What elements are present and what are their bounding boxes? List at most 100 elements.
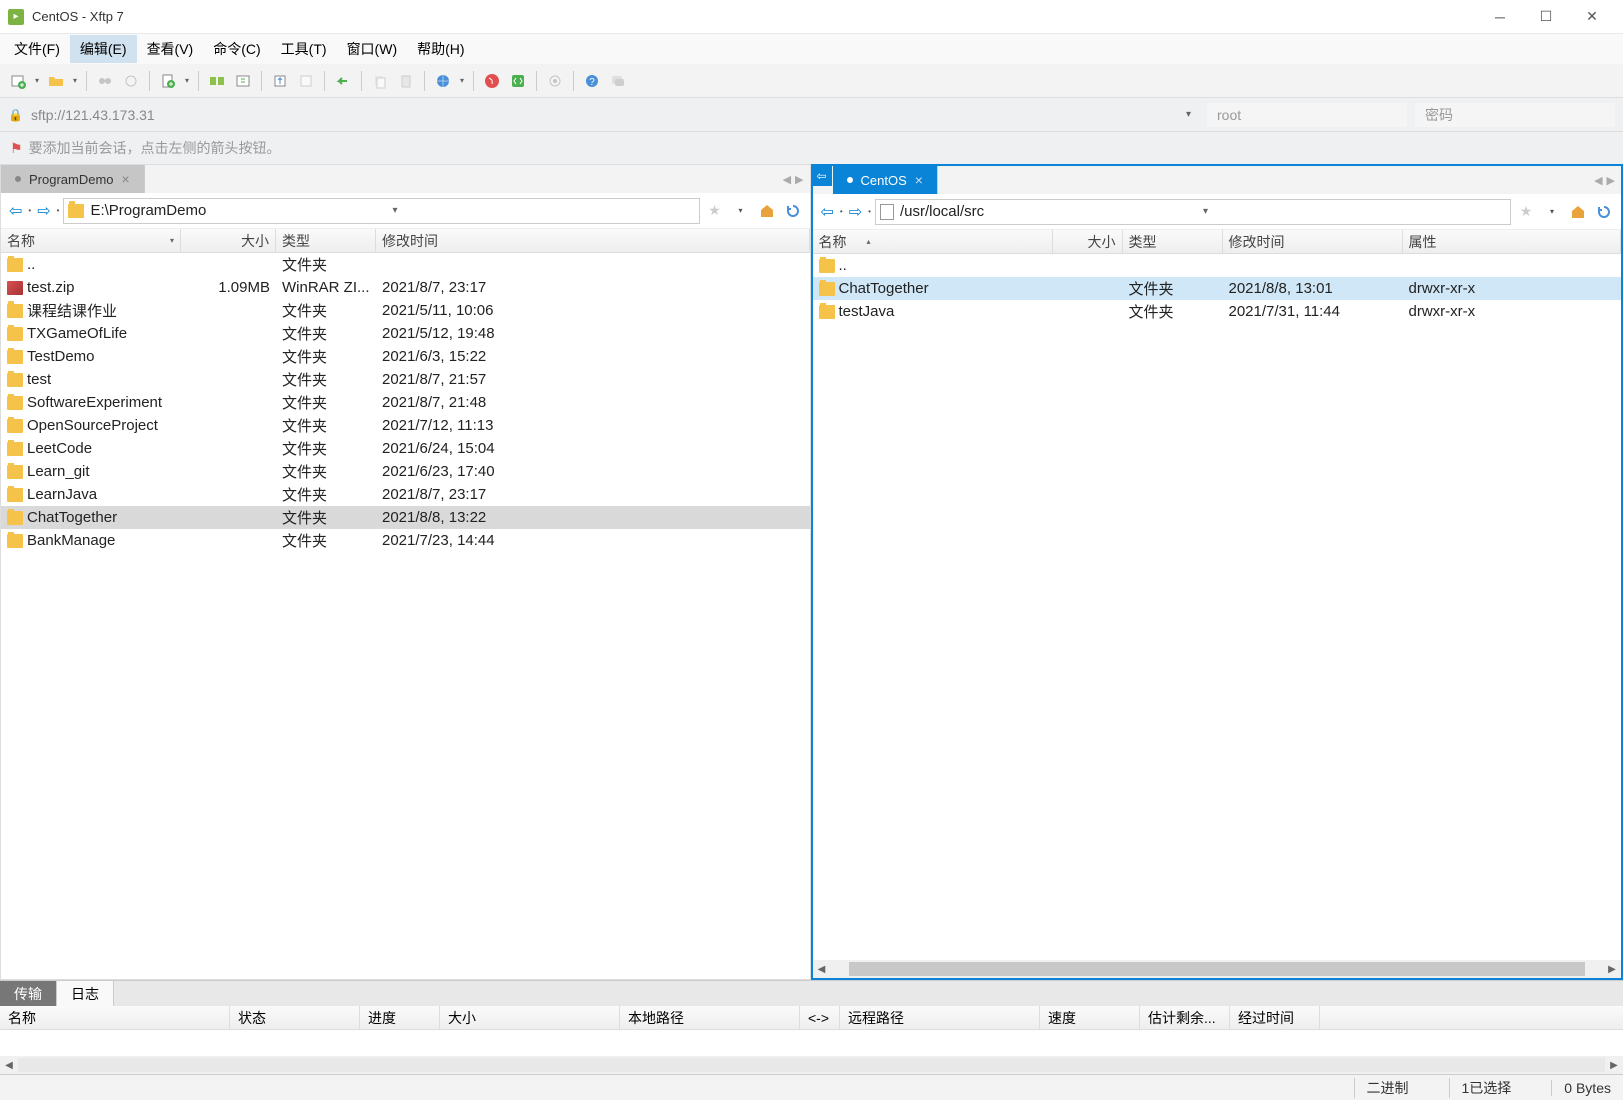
file-row[interactable]: ChatTogether文件夹2021/8/8, 13:22 (1, 506, 810, 529)
tab-scroll-right-icon[interactable]: ▶ (795, 173, 803, 186)
col-type[interactable]: 类型 (1123, 230, 1223, 253)
refresh-icon[interactable] (1593, 201, 1615, 223)
file-row[interactable]: test文件夹2021/8/7, 21:57 (1, 368, 810, 391)
transfer-col-4[interactable]: 本地路径 (620, 1006, 800, 1029)
xftp-icon[interactable] (506, 69, 530, 93)
close-tab-icon[interactable]: × (915, 172, 923, 188)
menu-0[interactable]: 文件(F) (4, 35, 70, 63)
path-dropdown-icon[interactable]: ▾ (1203, 206, 1506, 217)
col-modified[interactable]: 修改时间 (376, 229, 810, 252)
file-row[interactable]: LearnJava文件夹2021/8/7, 23:17 (1, 483, 810, 506)
file-row[interactable]: Learn_git文件夹2021/6/23, 17:40 (1, 460, 810, 483)
tab-scroll-left-icon[interactable]: ◀ (1594, 174, 1602, 187)
col-type[interactable]: 类型 (276, 229, 376, 252)
remote-hscrollbar[interactable]: ◀▶ (813, 960, 1622, 978)
file-row[interactable]: TXGameOfLife文件夹2021/5/12, 19:48 (1, 322, 810, 345)
transfer-col-9[interactable]: 经过时间 (1230, 1006, 1320, 1029)
path-dropdown-icon[interactable]: ▾ (392, 205, 694, 216)
disconnect-icon[interactable] (93, 69, 117, 93)
file-row[interactable]: .. (813, 254, 1622, 277)
home-icon[interactable] (1567, 201, 1589, 223)
minimize-button[interactable]: ─ (1477, 2, 1523, 32)
settings-icon[interactable] (543, 69, 567, 93)
local-path-box[interactable]: E:\ProgramDemo ▾ (63, 198, 699, 224)
transfer-left-icon[interactable] (331, 69, 355, 93)
file-row[interactable]: BankManage文件夹2021/7/23, 14:44 (1, 529, 810, 552)
file-row[interactable]: LeetCode文件夹2021/6/24, 15:04 (1, 437, 810, 460)
transfer-left-badge-icon[interactable]: ⇦ (812, 166, 832, 186)
menu-6[interactable]: 帮助(H) (407, 35, 474, 63)
nav-back-icon[interactable]: ⇦ (819, 202, 836, 222)
tab-scroll-right-icon[interactable]: ▶ (1607, 174, 1615, 187)
col-name[interactable]: 名称▾ (1, 229, 181, 252)
new-file-icon[interactable] (156, 69, 180, 93)
refresh-icon[interactable] (782, 200, 804, 222)
home-icon[interactable] (756, 200, 778, 222)
remote-file-list[interactable]: ..ChatTogether文件夹2021/8/8, 13:01drwxr-xr… (813, 254, 1622, 960)
transfer-col-8[interactable]: 估计剩余... (1140, 1006, 1230, 1029)
file-row[interactable]: OpenSourceProject文件夹2021/7/12, 11:13 (1, 414, 810, 437)
bookmark-dropdown[interactable]: ▾ (1541, 201, 1563, 223)
reconnect-icon[interactable] (119, 69, 143, 93)
local-tab[interactable]: ProgramDemo × (1, 165, 145, 193)
file-row[interactable]: ChatTogether文件夹2021/8/8, 13:01drwxr-xr-x (813, 277, 1622, 300)
file-row[interactable]: ..文件夹 (1, 253, 810, 276)
globe-dropdown[interactable]: ▾ (457, 76, 467, 85)
tab-scroll-left-icon[interactable]: ◀ (783, 173, 791, 186)
transfer-col-0[interactable]: 名称 (0, 1006, 230, 1029)
file-row[interactable]: TestDemo文件夹2021/6/3, 15:22 (1, 345, 810, 368)
bottom-tab-1[interactable]: 日志 (57, 981, 114, 1006)
bookmark-icon[interactable]: ★ (1515, 201, 1537, 223)
password-field[interactable] (1415, 103, 1615, 127)
address-dropdown[interactable]: ▾ (1186, 109, 1191, 120)
col-attrs[interactable]: 属性 (1403, 230, 1622, 253)
bookmark-icon[interactable]: ★ (704, 200, 726, 222)
new-file-dropdown[interactable]: ▾ (182, 76, 192, 85)
transfer-col-6[interactable]: 远程路径 (840, 1006, 1040, 1029)
help-icon[interactable]: ? (580, 69, 604, 93)
menu-2[interactable]: 查看(V) (137, 35, 204, 63)
sync-folders-icon[interactable] (205, 69, 229, 93)
paste-icon[interactable] (394, 69, 418, 93)
transfer-col-3[interactable]: 大小 (440, 1006, 620, 1029)
compare-icon[interactable] (231, 69, 255, 93)
menu-3[interactable]: 命令(C) (203, 35, 270, 63)
col-modified[interactable]: 修改时间 (1223, 230, 1403, 253)
remote-path-box[interactable]: /usr/local/src ▾ (875, 199, 1511, 225)
local-file-list[interactable]: ..文件夹test.zip1.09MBWinRAR ZI...2021/8/7,… (1, 253, 810, 979)
nav-forward-icon[interactable]: ⇨ (35, 201, 52, 221)
download-icon[interactable] (294, 69, 318, 93)
transfer-list[interactable] (0, 1030, 1623, 1056)
bottom-tab-0[interactable]: 传输 (0, 981, 57, 1006)
username-field[interactable] (1207, 103, 1407, 127)
open-session-dropdown[interactable]: ▾ (70, 76, 80, 85)
upload-icon[interactable] (268, 69, 292, 93)
transfer-col-7[interactable]: 速度 (1040, 1006, 1140, 1029)
bookmark-dropdown[interactable]: ▾ (730, 200, 752, 222)
maximize-button[interactable]: ☐ (1523, 2, 1569, 32)
nav-forward-icon[interactable]: ⇨ (847, 202, 864, 222)
file-row[interactable]: SoftwareExperiment文件夹2021/8/7, 21:48 (1, 391, 810, 414)
new-session-dropdown[interactable]: ▾ (32, 76, 42, 85)
menu-4[interactable]: 工具(T) (271, 35, 337, 63)
globe-icon[interactable] (431, 69, 455, 93)
transfer-hscrollbar[interactable]: ◀▶ (0, 1056, 1623, 1074)
col-size[interactable]: 大小 (181, 229, 276, 252)
nav-back-icon[interactable]: ⇦ (7, 201, 24, 221)
file-row[interactable]: testJava文件夹2021/7/31, 11:44drwxr-xr-x (813, 300, 1622, 323)
col-size[interactable]: 大小 (1053, 230, 1123, 253)
remote-tab[interactable]: CentOS × (833, 166, 938, 194)
close-button[interactable]: ✕ (1569, 2, 1615, 32)
file-row[interactable]: 课程结课作业文件夹2021/5/11, 10:06 (1, 299, 810, 322)
transfer-col-2[interactable]: 进度 (360, 1006, 440, 1029)
file-row[interactable]: test.zip1.09MBWinRAR ZI...2021/8/7, 23:1… (1, 276, 810, 299)
col-name[interactable]: 名称▴ (813, 230, 1053, 253)
open-session-icon[interactable] (44, 69, 68, 93)
transfer-col-1[interactable]: 状态 (230, 1006, 360, 1029)
new-session-icon[interactable] (6, 69, 30, 93)
xshell-icon[interactable] (480, 69, 504, 93)
menu-5[interactable]: 窗口(W) (337, 35, 408, 63)
copy-icon[interactable] (368, 69, 392, 93)
close-tab-icon[interactable]: × (122, 171, 130, 187)
forum-icon[interactable] (606, 69, 630, 93)
